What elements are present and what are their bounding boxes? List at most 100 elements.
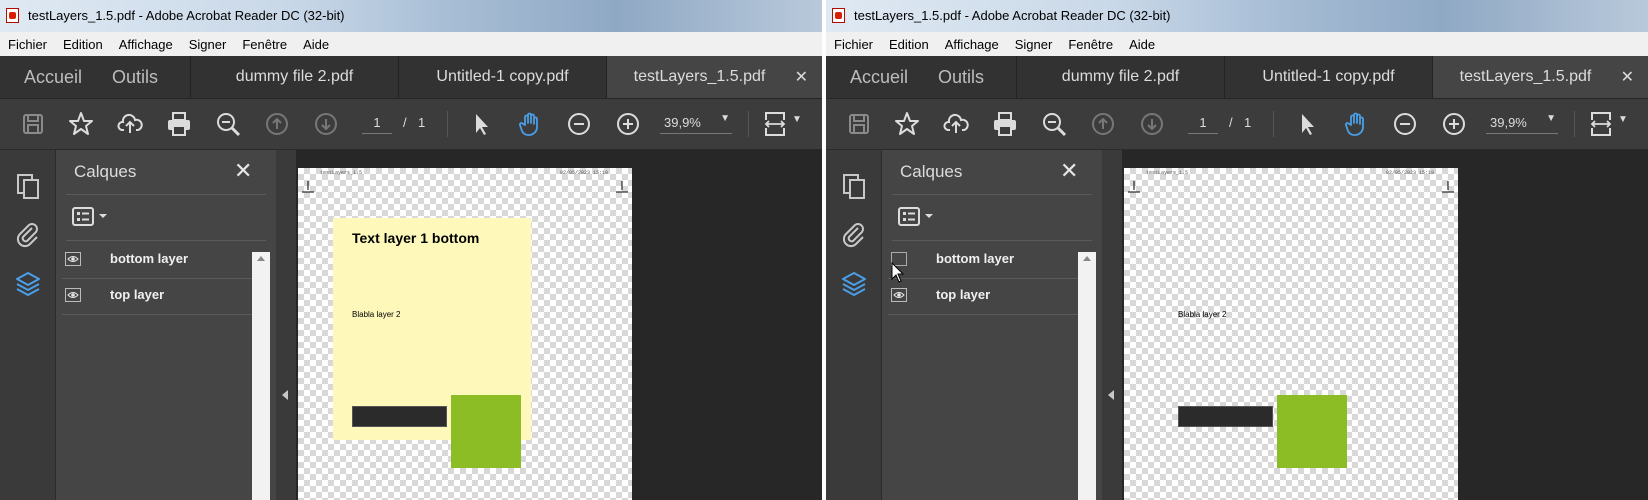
- toolbar-separator: [748, 111, 749, 137]
- cloud-upload-icon[interactable]: [117, 111, 143, 137]
- print-icon[interactable]: [992, 111, 1018, 137]
- layers-scrollbar[interactable]: [252, 252, 270, 500]
- menu-item-4[interactable]: Fenêtre: [1060, 32, 1121, 56]
- menu-item-0[interactable]: Fichier: [0, 32, 55, 56]
- pane-divider: [66, 194, 266, 195]
- zoom-dropdown[interactable]: 39,9% ▼: [1486, 113, 1558, 134]
- mouse-cursor-icon: [891, 261, 905, 284]
- eye-icon[interactable]: [65, 252, 81, 266]
- layers-panel-icon[interactable]: [840, 270, 868, 298]
- tab-tools[interactable]: Outils: [112, 67, 158, 88]
- tab-document-0[interactable]: dummy file 2.pdf: [1016, 56, 1224, 98]
- menu-item-5[interactable]: Aide: [295, 32, 337, 56]
- tab-tools[interactable]: Outils: [938, 67, 984, 88]
- layers-pane-close-button[interactable]: ✕: [234, 158, 252, 184]
- tab-document-label: Untitled-1 copy.pdf: [1262, 68, 1395, 85]
- navigation-rail: [0, 150, 56, 500]
- tab-document-0[interactable]: dummy file 2.pdf: [190, 56, 398, 98]
- select-cursor-icon[interactable]: [468, 111, 494, 137]
- arrow-down-icon[interactable]: [313, 111, 339, 137]
- menu-item-3[interactable]: Signer: [1007, 32, 1061, 56]
- embedded-toolbar-image: [352, 406, 447, 427]
- tab-bar: Accueil Outils dummy file 2.pdf Untitled-1 …: [826, 56, 1648, 99]
- hand-tool-icon[interactable]: [1343, 111, 1369, 137]
- tab-document-2[interactable]: testLayers_1.5.pdf ✕: [1432, 56, 1648, 98]
- fit-page-icon[interactable]: [762, 111, 788, 137]
- pdf-app-icon: [832, 8, 845, 23]
- text-layer-body: Blabla layer 2: [352, 310, 401, 319]
- cloud-upload-icon[interactable]: [943, 111, 969, 137]
- arrow-up-icon[interactable]: [264, 111, 290, 137]
- collapse-pane-handle[interactable]: [276, 150, 296, 500]
- options-icon[interactable]: [72, 206, 112, 228]
- page-number-input[interactable]: 1: [1188, 115, 1218, 134]
- menu-item-3[interactable]: Signer: [181, 32, 235, 56]
- eye-icon[interactable]: [891, 288, 907, 302]
- tab-document-label: Untitled-1 copy.pdf: [436, 68, 569, 85]
- menu-item-4[interactable]: Fenêtre: [234, 32, 295, 56]
- zoom-out-icon[interactable]: [1392, 111, 1418, 137]
- chevron-down-icon[interactable]: ▼: [792, 114, 802, 125]
- select-cursor-icon[interactable]: [1294, 111, 1320, 137]
- tab-close-button[interactable]: ✕: [1621, 67, 1634, 87]
- screenshot-root: testLayers_1.5.pdf - Adobe Acrobat Reade…: [0, 0, 1648, 500]
- tab-document-1[interactable]: Untitled-1 copy.pdf: [398, 56, 606, 98]
- layer-row-top[interactable]: top layer: [62, 278, 256, 315]
- menu-item-2[interactable]: Affichage: [111, 32, 181, 56]
- layer-name: top layer: [110, 287, 165, 302]
- star-icon[interactable]: [894, 111, 920, 137]
- layers-scrollbar[interactable]: [1078, 252, 1096, 500]
- layer-name: bottom layer: [936, 251, 1015, 266]
- document-area: testLayers_1.5 02/05/2023 15:19 Blabla lay…: [1122, 150, 1648, 500]
- zoom-search-icon[interactable]: [1041, 111, 1067, 137]
- tab-document-1[interactable]: Untitled-1 copy.pdf: [1224, 56, 1432, 98]
- collapse-pane-handle[interactable]: [1102, 150, 1122, 500]
- toolbar-separator: [447, 111, 448, 137]
- zoom-out-icon[interactable]: [566, 111, 592, 137]
- layers-pane-close-button[interactable]: ✕: [1060, 158, 1078, 184]
- page-header-right: 02/05/2023 15:19: [559, 170, 608, 176]
- tab-document-2[interactable]: testLayers_1.5.pdf ✕: [606, 56, 822, 98]
- tab-document-label: testLayers_1.5.pdf: [633, 68, 766, 85]
- menu-item-1[interactable]: Edition: [881, 32, 937, 56]
- layers-panel-icon[interactable]: [14, 270, 42, 298]
- pages-panel-icon[interactable]: [840, 172, 868, 200]
- tab-close-button[interactable]: ✕: [795, 67, 808, 87]
- save-icon[interactable]: [846, 111, 872, 137]
- green-square-shape: [1277, 395, 1347, 468]
- zoom-search-icon[interactable]: [215, 111, 241, 137]
- arrow-down-icon[interactable]: [1139, 111, 1165, 137]
- fit-page-icon[interactable]: [1588, 111, 1614, 137]
- toolbar-separator: [1574, 111, 1575, 137]
- layer-row-bottom[interactable]: bottom layer: [888, 242, 1082, 279]
- page-number-input[interactable]: 1: [362, 115, 392, 134]
- pdf-page: testLayers_1.5 02/05/2023 15:19 Blabla lay…: [1124, 168, 1458, 500]
- attachments-icon[interactable]: [840, 220, 868, 248]
- text-layer-title: Text layer 1 bottom: [352, 230, 480, 246]
- toolbar-separator: [1273, 111, 1274, 137]
- hand-tool-icon[interactable]: [517, 111, 543, 137]
- pages-panel-icon[interactable]: [14, 172, 42, 200]
- zoom-dropdown[interactable]: 39,9% ▼: [660, 113, 732, 134]
- menu-item-2[interactable]: Affichage: [937, 32, 1007, 56]
- tab-home[interactable]: Accueil: [24, 67, 82, 88]
- star-icon[interactable]: [68, 111, 94, 137]
- menu-item-5[interactable]: Aide: [1121, 32, 1163, 56]
- print-icon[interactable]: [166, 111, 192, 137]
- page-separator: /: [1229, 115, 1233, 130]
- layer-row-top[interactable]: top layer: [888, 278, 1082, 315]
- layers-pane: Calques ✕ bottom layer top layer: [56, 150, 276, 500]
- zoom-in-icon[interactable]: [1441, 111, 1467, 137]
- zoom-in-icon[interactable]: [615, 111, 641, 137]
- save-icon[interactable]: [20, 111, 46, 137]
- eye-icon[interactable]: [65, 288, 81, 302]
- layer-row-bottom[interactable]: bottom layer: [62, 242, 256, 279]
- menu-item-1[interactable]: Edition: [55, 32, 111, 56]
- chevron-down-icon[interactable]: ▼: [1618, 114, 1628, 125]
- tab-document-label: dummy file 2.pdf: [1061, 68, 1180, 85]
- arrow-up-icon[interactable]: [1090, 111, 1116, 137]
- tab-home[interactable]: Accueil: [850, 67, 908, 88]
- attachments-icon[interactable]: [14, 220, 42, 248]
- options-icon[interactable]: [898, 206, 938, 228]
- menu-item-0[interactable]: Fichier: [826, 32, 881, 56]
